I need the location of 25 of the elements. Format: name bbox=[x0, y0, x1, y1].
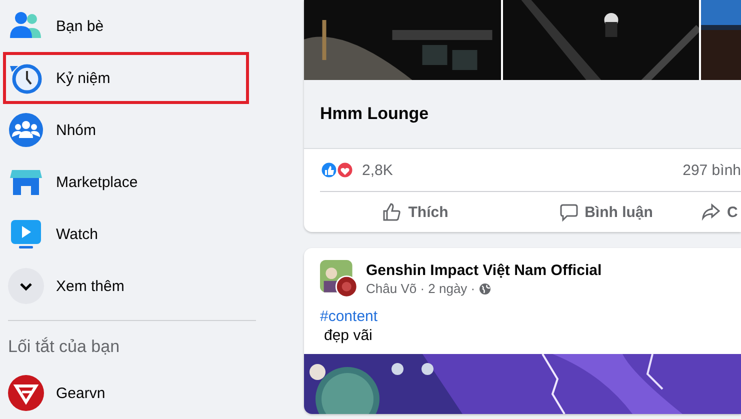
comment-count[interactable]: 297 bình bbox=[682, 162, 741, 178]
post-meta: Châu Võ · 2 ngày · bbox=[366, 281, 476, 296]
post-title: Hmm Lounge bbox=[320, 104, 429, 124]
sidebar-item[interactable]: Nhóm bbox=[3, 104, 249, 156]
section-heading: Lối tắt của bạn bbox=[8, 336, 121, 358]
post-action-button[interactable]: Thích bbox=[320, 192, 510, 232]
chevron-down-icon bbox=[8, 268, 44, 304]
shortcut-item[interactable]: Gearvn bbox=[3, 367, 249, 419]
shortcut-logo-icon bbox=[8, 375, 44, 411]
sidebar-item[interactable]: Kỷ niệm bbox=[3, 52, 249, 104]
sidebar-item[interactable]: Xem thêm bbox=[3, 260, 249, 312]
share-icon bbox=[701, 202, 721, 222]
thumbs-up-icon bbox=[382, 202, 402, 222]
page-name[interactable]: Genshin Impact Việt Nam Official bbox=[366, 262, 602, 279]
sidebar-item[interactable]: Marketplace bbox=[3, 156, 249, 208]
post-action-button[interactable]: C bbox=[701, 192, 741, 232]
sidebar-item[interactable]: Bạn bè bbox=[3, 0, 249, 52]
groups-icon bbox=[8, 112, 44, 148]
post-action-button[interactable]: Bình luận bbox=[510, 192, 701, 232]
comment-icon bbox=[558, 202, 579, 222]
reaction-count[interactable]: 2,8K bbox=[362, 162, 393, 178]
globe-icon bbox=[479, 282, 492, 294]
post-text: đẹp vãi bbox=[324, 327, 374, 344]
sidebar-item[interactable]: Watch bbox=[3, 208, 249, 260]
hashtag-link[interactable]: #content bbox=[304, 298, 741, 325]
